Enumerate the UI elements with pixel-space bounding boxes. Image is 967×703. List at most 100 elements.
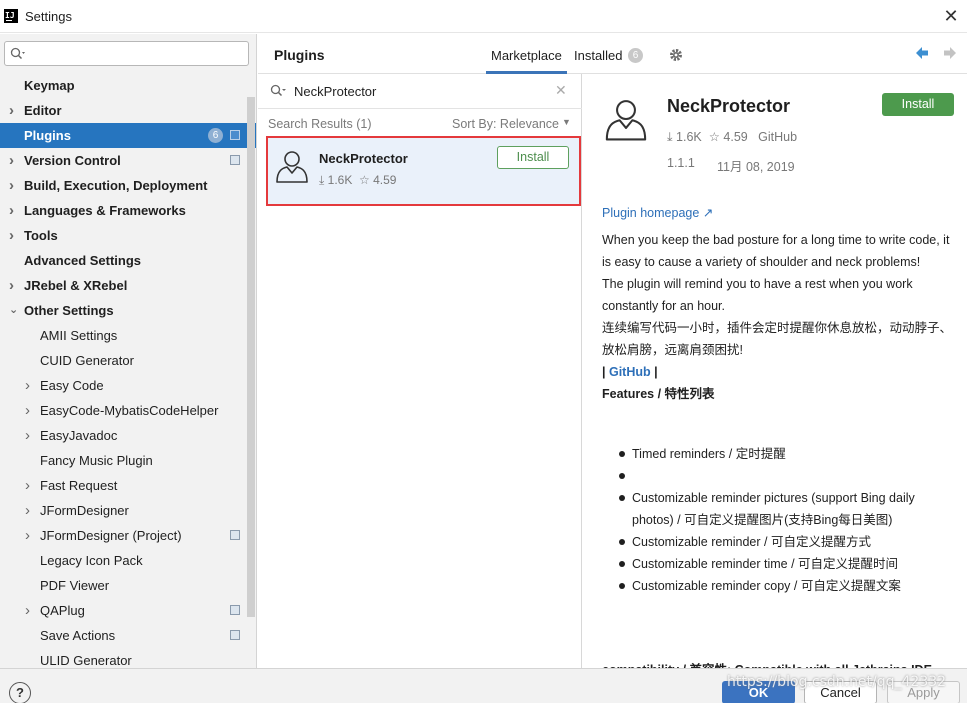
rating: 4.59 (723, 130, 748, 144)
sidebar-item-editor[interactable]: › Editor (0, 98, 256, 123)
project-scope-icon (230, 530, 240, 540)
plugin-result-item[interactable]: NeckProtector ⤓ 1.6K ☆ 4.59 Install (266, 136, 581, 206)
sidebar-item-label: AMII Settings (40, 328, 118, 343)
sidebar-item-save-actions[interactable]: Save Actions (0, 623, 256, 648)
plugin-detail-name: NeckProtector (667, 96, 791, 116)
github-line: | GitHub | (602, 361, 952, 383)
sidebar-item-label: Languages & Frameworks (24, 203, 186, 218)
sidebar-item-languages-frameworks[interactable]: › Languages & Frameworks (0, 198, 256, 223)
sort-dropdown[interactable]: Sort By: Relevance (452, 117, 559, 131)
results-count: Search Results (1) (268, 117, 372, 131)
tab-installed[interactable]: Installed (574, 48, 622, 63)
sidebar-item-label: ULID Generator (40, 653, 132, 668)
chevron-down-icon[interactable]: ⌄ (9, 298, 18, 323)
installed-count-badge: 6 (628, 48, 643, 63)
sidebar-item-label: Legacy Icon Pack (40, 553, 143, 568)
sidebar-tree: Keymap › Editor Plugins 6 › Version Control › Bu… (0, 73, 256, 668)
download-count: 1.6K (327, 173, 353, 187)
download-icon: ⤓ (667, 130, 673, 144)
sidebar-item-jrebel-xrebel[interactable]: › JRebel & XRebel (0, 273, 256, 298)
download-icon: ⤓ (319, 173, 325, 187)
sidebar-item-label: Version Control (24, 153, 121, 168)
sidebar-item-label: Plugins (24, 128, 71, 143)
search-icon (10, 47, 25, 60)
sidebar-item-other-settings[interactable]: ⌄ Other Settings (0, 298, 256, 323)
desc-cn: 连续编写代码一小时，插件会定时提醒你休息放松，动动脖子、放松肩膀，远离肩颈困扰! (602, 321, 953, 357)
updates-badge: 6 (208, 128, 223, 143)
chevron-right-icon[interactable]: › (9, 223, 14, 248)
gear-icon[interactable] (668, 47, 684, 63)
sidebar-item-pdf-viewer[interactable]: PDF Viewer (0, 573, 256, 598)
close-icon[interactable]: ✕ (941, 6, 961, 26)
chevron-right-icon[interactable]: › (25, 598, 30, 623)
sidebar-item-label: Build, Execution, Deployment (24, 178, 208, 193)
sidebar-item-keymap[interactable]: Keymap (0, 73, 256, 98)
project-scope-icon (230, 630, 240, 640)
intellij-app-icon: IJ (4, 9, 18, 23)
sidebar-item-label: Fast Request (40, 478, 118, 493)
sidebar-item-easycode-mybatiscodehelper[interactable]: › EasyCode-MybatisCodeHelper (0, 398, 256, 423)
sidebar-item-advanced-settings[interactable]: Advanced Settings (0, 248, 256, 273)
help-icon[interactable]: ? (9, 682, 31, 703)
sidebar-item-tools[interactable]: › Tools (0, 223, 256, 248)
plugin-search-input[interactable]: NeckProtector ✕ (258, 74, 582, 109)
chevron-right-icon[interactable]: › (25, 473, 30, 498)
sidebar-item-legacy-icon-pack[interactable]: Legacy Icon Pack (0, 548, 256, 573)
sidebar-item-label: Other Settings (24, 303, 114, 318)
dialog-footer: ? OK Cancel Apply https://blog.csdn.net/… (0, 668, 967, 703)
sidebar-item-fast-request[interactable]: › Fast Request (0, 473, 256, 498)
sidebar-item-fancy-music-plugin[interactable]: Fancy Music Plugin (0, 448, 256, 473)
rating: 4.59 (373, 173, 397, 187)
sidebar-item-label: Editor (24, 103, 62, 118)
sidebar-item-label: EasyCode-MybatisCodeHelper (40, 403, 219, 418)
sidebar-item-amii-settings[interactable]: AMII Settings (0, 323, 256, 348)
sidebar-item-plugins[interactable]: Plugins 6 (0, 123, 256, 148)
clear-search-icon[interactable]: ✕ (555, 82, 567, 99)
sidebar-item-ulid-generator[interactable]: ULID Generator (0, 648, 256, 668)
chevron-right-icon[interactable]: › (9, 273, 14, 298)
desc-en-1: When you keep the bad posture for a long… (602, 233, 950, 269)
plugin-name: NeckProtector (319, 151, 408, 166)
sidebar-scrollbar[interactable] (247, 97, 255, 617)
sidebar-item-version-control[interactable]: › Version Control (0, 148, 256, 173)
sidebar-item-label: Tools (24, 228, 58, 243)
chevron-right-icon[interactable]: › (25, 523, 30, 548)
sidebar-item-jformdesigner[interactable]: › JFormDesigner (0, 498, 256, 523)
plugin-detail-pane: NeckProtector ⤓ 1.6K ☆ 4.59 GitHub 1.1.1… (583, 74, 967, 668)
sidebar-item-label: Advanced Settings (24, 253, 142, 268)
sidebar-item-label: Save Actions (40, 628, 116, 643)
chevron-right-icon[interactable]: › (9, 198, 14, 223)
sidebar-item-label: JRebel & XRebel (24, 278, 128, 293)
chevron-right-icon[interactable]: › (25, 423, 30, 448)
sidebar-item-build-execution-deployment[interactable]: › Build, Execution, Deployment (0, 173, 256, 198)
chevron-right-icon[interactable]: › (9, 173, 14, 198)
forward-arrow-icon[interactable] (942, 45, 958, 61)
chevron-right-icon[interactable]: › (25, 498, 30, 523)
plugin-homepage-link[interactable]: Plugin homepage ↗ (602, 205, 713, 220)
project-scope-icon (230, 155, 240, 165)
sidebar-search-input[interactable] (4, 41, 249, 66)
chevron-right-icon[interactable]: › (25, 373, 30, 398)
chevron-right-icon[interactable]: › (9, 148, 14, 173)
watermark: https://blog.csdn.net/qq_42332 (727, 674, 947, 690)
sidebar-item-label: PDF Viewer (40, 578, 110, 593)
sidebar-item-easyjavadoc[interactable]: › EasyJavadoc (0, 423, 256, 448)
feature-item: Customizable reminder copy / 可自定义提醒文案 (613, 575, 953, 597)
sidebar-item-jformdesigner-project[interactable]: › JFormDesigner (Project) (0, 523, 256, 548)
title-bar: IJ Settings ✕ (0, 0, 967, 33)
tab-marketplace[interactable]: Marketplace (491, 48, 562, 63)
chevron-down-icon[interactable]: ▼ (562, 117, 571, 127)
plugin-results-pane: NeckProtector ✕ Search Results (1) Sort … (258, 74, 582, 668)
chevron-right-icon[interactable]: › (9, 98, 14, 123)
sidebar-item-qaplug[interactable]: › QAPlug (0, 598, 256, 623)
install-button[interactable]: Install (882, 93, 954, 116)
sidebar-item-label: QAPlug (40, 603, 85, 618)
sidebar-item-easy-code[interactable]: › Easy Code (0, 373, 256, 398)
sidebar-item-cuid-generator[interactable]: CUID Generator (0, 348, 256, 373)
chevron-right-icon[interactable]: › (25, 398, 30, 423)
github-link[interactable]: GitHub (609, 365, 651, 379)
search-icon (270, 84, 286, 97)
back-arrow-icon[interactable] (914, 45, 930, 61)
search-query[interactable]: NeckProtector (294, 84, 376, 99)
install-button-small[interactable]: Install (497, 146, 569, 169)
